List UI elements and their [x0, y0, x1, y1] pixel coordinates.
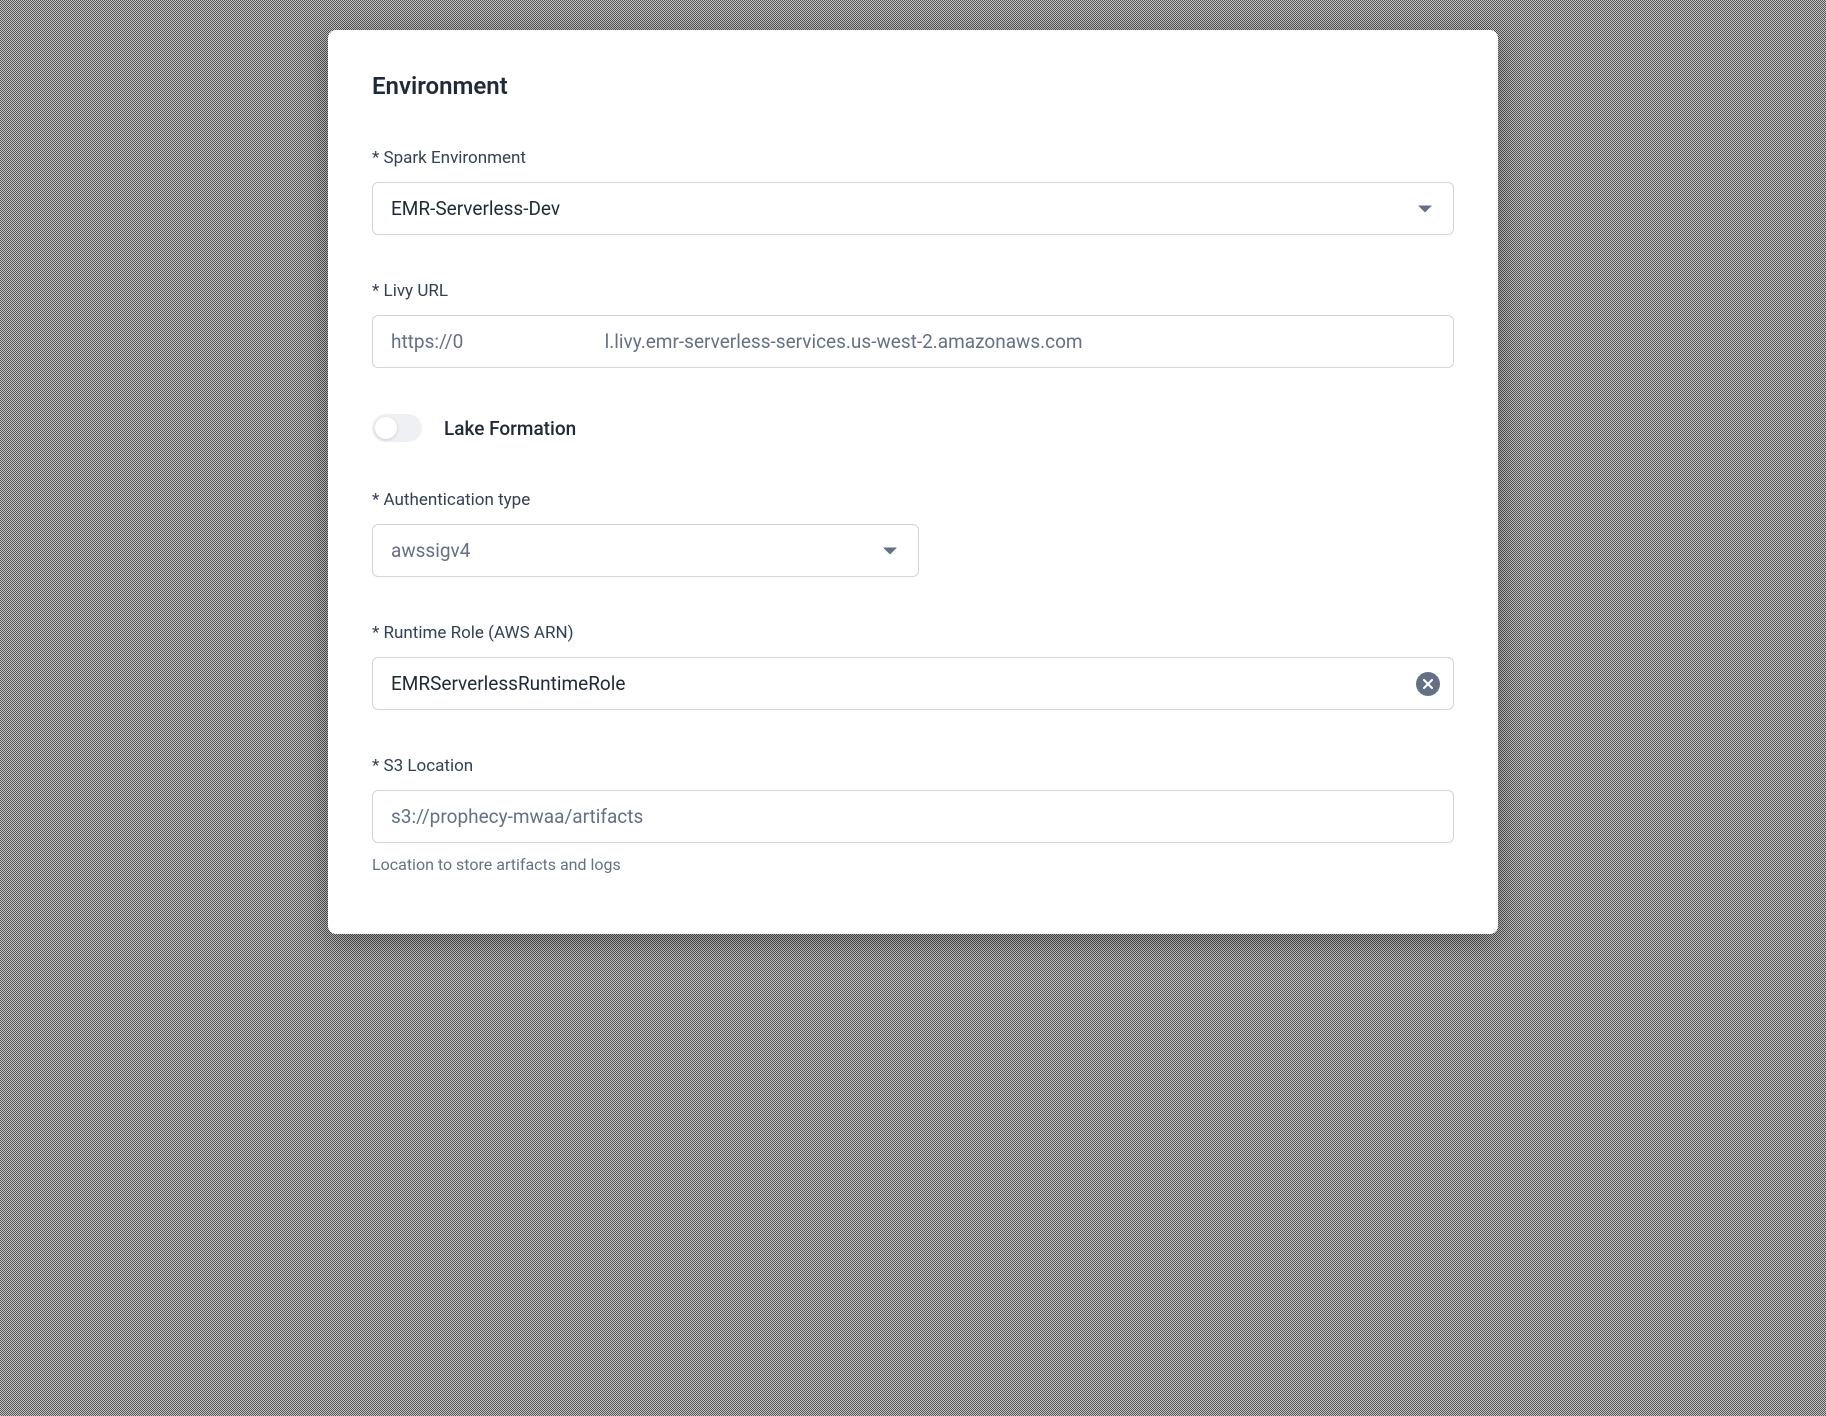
spark-environment-field: * Spark Environment [372, 148, 1454, 235]
runtime-role-label: * Runtime Role (AWS ARN) [372, 623, 1454, 643]
livy-url-field: * Livy URL [372, 281, 1454, 368]
lake-formation-toggle[interactable] [372, 414, 422, 442]
s3-location-input[interactable] [372, 790, 1454, 843]
auth-type-field: * Authentication type [372, 490, 1454, 577]
clear-runtime-role-button[interactable] [1416, 672, 1440, 696]
lake-formation-row: Lake Formation [372, 414, 1454, 442]
section-title: Environment [372, 72, 1454, 100]
spark-environment-value[interactable] [372, 182, 1454, 235]
runtime-role-field: * Runtime Role (AWS ARN) [372, 623, 1454, 710]
environment-card: Environment * Spark Environment * Livy U… [328, 30, 1498, 934]
s3-location-label: * S3 Location [372, 756, 1454, 776]
toggle-knob [375, 417, 397, 439]
spark-environment-select[interactable] [372, 182, 1454, 235]
livy-url-input[interactable] [372, 315, 1454, 368]
close-icon [1423, 679, 1433, 689]
livy-url-label: * Livy URL [372, 281, 1454, 301]
s3-location-help: Location to store artifacts and logs [372, 855, 1454, 874]
auth-type-value[interactable] [372, 524, 919, 577]
s3-location-field: * S3 Location Location to store artifact… [372, 756, 1454, 874]
auth-type-select[interactable] [372, 524, 919, 577]
runtime-role-input[interactable] [372, 657, 1454, 710]
lake-formation-label: Lake Formation [444, 417, 576, 440]
auth-type-label: * Authentication type [372, 490, 1454, 510]
spark-environment-label: * Spark Environment [372, 148, 1454, 168]
